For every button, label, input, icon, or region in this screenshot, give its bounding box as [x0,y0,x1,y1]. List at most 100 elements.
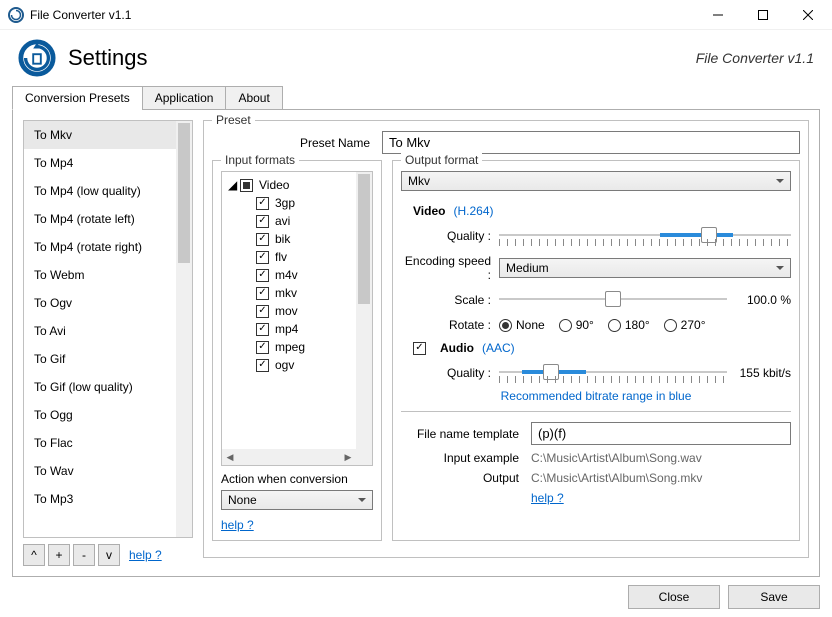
action-when-conversion-select[interactable]: None [221,490,373,510]
video-quality-slider[interactable] [499,224,791,248]
preset-item[interactable]: To Mp4 [24,149,176,177]
scale-slider[interactable] [499,288,727,312]
rotate-label: Rotate : [401,318,499,332]
tree-item[interactable]: mkv [228,284,350,302]
format-checkbox[interactable] [256,341,269,354]
tree-item[interactable]: flv [228,248,350,266]
close-button[interactable] [785,0,830,29]
format-checkbox[interactable] [256,197,269,210]
preset-item[interactable]: To Mkv [24,121,176,149]
output-format-select[interactable]: Mkv [401,171,791,191]
rotate-option[interactable]: 270° [664,318,706,332]
format-checkbox[interactable] [256,215,269,228]
preset-item[interactable]: To Flac [24,429,176,457]
tree-item[interactable]: avi [228,212,350,230]
move-down-button[interactable]: v [98,544,120,566]
scale-value: 100.0 % [727,293,791,307]
rotate-option[interactable]: 180° [608,318,650,332]
filename-template-label: File name template [401,427,531,441]
radio-icon[interactable] [499,319,512,332]
input-formats-tree[interactable]: ◢ Video 3gpavibikflvm4vmkvmovmp4mpegogv … [221,171,373,466]
tree-item[interactable]: m4v [228,266,350,284]
window-title: File Converter v1.1 [30,8,695,22]
close-settings-button[interactable]: Close [628,585,720,609]
audio-quality-slider[interactable] [499,361,727,385]
preset-name-label: Preset Name [212,136,382,150]
save-settings-button[interactable]: Save [728,585,820,609]
presets-column: To MkvTo Mp4To Mp4 (low quality)To Mp4 (… [23,120,193,566]
input-example-label: Input example [401,451,531,465]
preset-item[interactable]: To Avi [24,317,176,345]
output-format-legend: Output format [401,153,482,167]
video-quality-label: Quality : [401,229,499,243]
format-checkbox[interactable] [256,251,269,264]
preset-list-scrollbar[interactable] [176,121,192,537]
format-checkbox[interactable] [256,359,269,372]
preset-item[interactable]: To Mp4 (rotate left) [24,205,176,233]
audio-codec-label: (AAC) [482,341,515,355]
radio-icon[interactable] [559,319,572,332]
move-up-button[interactable]: ^ [23,544,45,566]
preset-item[interactable]: To Mp3 [24,485,176,513]
preset-item[interactable]: To Mp4 (rotate right) [24,233,176,261]
preset-item[interactable]: To Wav [24,457,176,485]
preset-item[interactable]: To Ogv [24,289,176,317]
bottom-bar: Close Save [0,577,832,617]
brand-right: File Converter v1.1 [696,50,814,66]
preset-list[interactable]: To MkvTo Mp4To Mp4 (low quality)To Mp4 (… [23,120,193,538]
rotate-option[interactable]: 90° [559,318,594,332]
preset-item[interactable]: To Webm [24,261,176,289]
preset-legend: Preset [212,113,255,127]
preset-item[interactable]: To Mp4 (low quality) [24,177,176,205]
format-checkbox[interactable] [256,287,269,300]
encoding-speed-select[interactable]: Medium [499,258,791,278]
encoding-speed-label: Encoding speed : [401,254,499,282]
tab-application[interactable]: Application [142,86,227,110]
tree-horizontal-scrollbar[interactable]: ◀ ▶ [222,449,356,465]
video-group-checkbox[interactable] [240,179,253,192]
video-section-label: Video [413,204,445,218]
preset-item[interactable]: To Gif [24,345,176,373]
audio-quality-label: Quality : [401,366,499,380]
tree-item[interactable]: ogv [228,356,350,374]
filename-template-input[interactable]: (p)(f) [531,422,791,445]
audio-enable-checkbox[interactable] [413,342,426,355]
tab-conversion-presets[interactable]: Conversion Presets [12,86,143,110]
radio-icon[interactable] [664,319,677,332]
input-help-link[interactable]: help ? [221,518,373,532]
scroll-right-icon[interactable]: ▶ [340,449,356,465]
tree-item[interactable]: mpeg [228,338,350,356]
minimize-button[interactable] [695,0,740,29]
rotate-option-label: None [516,318,545,332]
rotate-option-label: 90° [576,318,594,332]
output-format-fieldset: Output format Mkv Video (H.264) Quality … [392,160,800,541]
preset-item[interactable]: To Gif (low quality) [24,373,176,401]
tree-item[interactable]: bik [228,230,350,248]
rotate-option-label: 270° [681,318,706,332]
format-checkbox[interactable] [256,323,269,336]
format-checkbox[interactable] [256,233,269,246]
output-help-link[interactable]: help ? [531,491,564,505]
tree-item[interactable]: 3gp [228,194,350,212]
app-logo-icon [18,39,56,77]
tree-group-video[interactable]: ◢ Video [228,176,350,194]
output-example-label: Output [401,471,531,485]
radio-icon[interactable] [608,319,621,332]
remove-preset-button[interactable]: - [73,544,95,566]
input-example-value: C:\Music\Artist\Album\Song.wav [531,451,702,465]
add-preset-button[interactable]: + [48,544,70,566]
preset-item[interactable]: To Ogg [24,401,176,429]
rotate-option[interactable]: None [499,318,545,332]
tree-item[interactable]: mp4 [228,320,350,338]
tabs: Conversion Presets Application About [0,86,832,110]
preset-name-input[interactable]: To Mkv [382,131,800,154]
maximize-button[interactable] [740,0,785,29]
presets-help-link[interactable]: help ? [129,548,162,562]
format-checkbox[interactable] [256,269,269,282]
tab-about[interactable]: About [225,86,282,110]
format-checkbox[interactable] [256,305,269,318]
format-label: mp4 [275,322,298,336]
tree-vertical-scrollbar[interactable] [356,172,372,465]
tree-item[interactable]: mov [228,302,350,320]
scroll-left-icon[interactable]: ◀ [222,449,238,465]
